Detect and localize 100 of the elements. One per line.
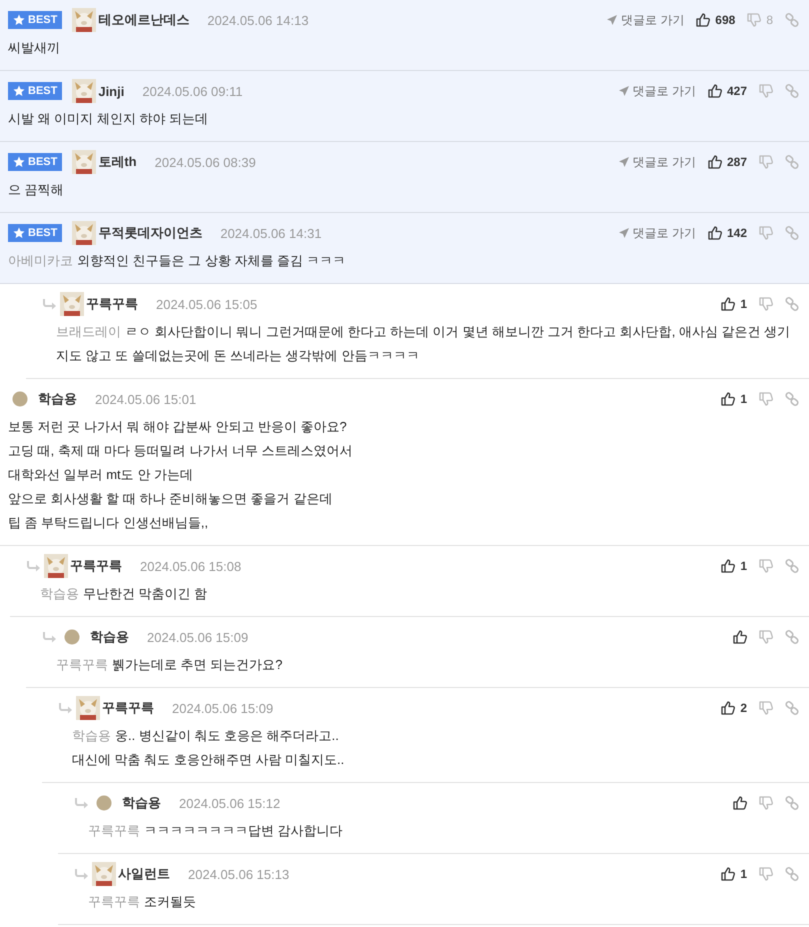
comment-text: 보통 저런 곳 나가서 뭐 해야 갑분싸 안되고 반응이 좋아요? 고딩 때, 축제 때 마다 등떠밀려 나가서 너무 스트레스였어서 대학와선 일부러 mt도 안 가는데 앞으로 회사생활 할 때 하나 준비해놓으면 좋을거 같은데 팁 좀 부탁드립니다 인생선배님들,, — [8, 418, 354, 532]
author-name[interactable]: 학습용 — [38, 390, 77, 408]
timestamp: 2024.05.06 15:09 — [147, 630, 248, 644]
link-icon[interactable] — [785, 13, 799, 27]
dislike-button[interactable] — [759, 155, 773, 169]
avatar-icon — [12, 391, 28, 407]
best-badge: BEST — [8, 153, 62, 171]
comment-text: 브래드레이 ㄹㅇ 회사단합이니 뭐니 그런거때문에 한다고 하는데 이거 몇년 해보니깐 그거 한다고 회사단합, 애사심 같은건 생기지도 않고 또 쓸데없는곳에 돈 쓰네라는 생각밖에 안듬ㅋㅋㅋㅋ — [56, 323, 792, 365]
thumbs-down-icon — [759, 701, 773, 715]
link-icon[interactable] — [785, 630, 799, 644]
star-icon — [13, 227, 25, 239]
thumbs-up-icon — [708, 155, 722, 169]
timestamp: 2024.05.06 09:11 — [142, 84, 243, 98]
author-name[interactable]: 토레th — [98, 153, 137, 171]
dislike-button[interactable] — [759, 297, 773, 311]
thumbs-up-icon — [721, 297, 736, 311]
author-name[interactable]: 무적롯데자이언츠 — [98, 224, 202, 242]
timestamp: 2024.05.06 15:13 — [188, 866, 290, 882]
like-button[interactable]: 427 — [708, 84, 747, 98]
comment-text: 시발 왜 이미지 체인지 햐야 되는데 — [8, 110, 210, 128]
comment-text: 학습용 무난한건 막춤이긴 함 — [40, 585, 208, 603]
reply-arrow-icon — [58, 702, 74, 714]
author-name[interactable]: Jinji — [98, 84, 124, 98]
avatar-icon — [64, 629, 80, 645]
like-button[interactable]: 287 — [708, 155, 747, 169]
thumbs-up-icon — [696, 13, 710, 27]
like-button[interactable]: 2 — [721, 701, 747, 715]
author-name[interactable]: 꾸륵꾸륵 — [70, 557, 122, 575]
thumbs-down-icon — [759, 155, 773, 169]
star-icon — [13, 14, 25, 26]
link-icon[interactable] — [785, 155, 799, 169]
reply-arrow-icon — [42, 298, 58, 310]
reply-arrow-icon — [74, 868, 90, 880]
link-icon[interactable] — [785, 796, 799, 810]
author-name[interactable]: 학습용 — [122, 794, 161, 812]
timestamp: 2024.05.06 08:39 — [154, 154, 256, 170]
dislike-button[interactable] — [759, 392, 773, 406]
dislike-button[interactable] — [759, 559, 773, 573]
reply-arrow-icon — [42, 631, 58, 643]
dislike-button[interactable] — [759, 701, 773, 715]
author-name[interactable]: 꾸륵꾸륵 — [102, 699, 154, 717]
star-icon — [13, 156, 25, 168]
thumbs-down-icon — [747, 13, 762, 27]
link-icon[interactable] — [785, 392, 799, 406]
reply-arrow-icon — [26, 560, 42, 572]
thumbs-down-icon — [759, 297, 773, 311]
thumbs-up-icon — [721, 701, 736, 715]
like-button[interactable]: 698 — [696, 13, 736, 27]
like-button[interactable]: 1 — [721, 297, 747, 311]
thumbs-up-icon — [721, 867, 736, 881]
like-button[interactable]: 142 — [708, 226, 747, 240]
goto-link[interactable]: 댓글로 가기 — [606, 12, 684, 28]
link-icon[interactable] — [785, 226, 799, 240]
timestamp: 2024.05.06 15:01 — [95, 392, 196, 406]
dislike-button[interactable] — [759, 226, 773, 240]
send-icon — [618, 227, 630, 239]
author-name[interactable]: 학습용 — [90, 628, 129, 646]
comment-text: 꾸륵꾸륵 ㅋㅋㅋㅋㅋㅋㅋㅋ답변 감사합니다 — [88, 822, 344, 840]
goto-link[interactable]: 댓글로 가기 — [618, 154, 696, 170]
author-name[interactable]: 꾸륵꾸륵 — [86, 295, 138, 313]
like-button[interactable] — [733, 630, 747, 644]
timestamp: 2024.05.06 15:05 — [156, 296, 258, 312]
like-button[interactable]: 1 — [721, 559, 747, 573]
dislike-button[interactable] — [759, 630, 773, 644]
dislike-button[interactable] — [759, 867, 773, 881]
comment-text: 꾸륵꾸륵 조커될듯 — [88, 893, 197, 911]
goto-link[interactable]: 댓글로 가기 — [618, 224, 696, 242]
thumbs-up-icon — [733, 630, 747, 644]
timestamp: 2024.05.06 14:31 — [220, 226, 322, 240]
author-name[interactable]: 사일런트 — [118, 865, 170, 883]
thumbs-down-icon — [759, 796, 773, 810]
thumbs-up-icon — [721, 559, 736, 573]
like-button[interactable] — [733, 796, 747, 810]
goto-link[interactable]: 댓글로 가기 — [618, 82, 696, 100]
link-icon[interactable] — [785, 297, 799, 311]
best-badge: BEST — [8, 224, 62, 242]
timestamp: 2024.05.06 15:12 — [179, 796, 280, 810]
link-icon[interactable] — [785, 701, 799, 715]
like-button[interactable]: 1 — [721, 867, 747, 881]
avatar-icon — [96, 795, 112, 811]
comment-text: 으 끔찍해 — [8, 181, 65, 199]
timestamp: 2024.05.06 15:08 — [140, 558, 242, 574]
best-badge: BEST — [8, 11, 62, 29]
comment-text: 학습용 웅.. 병신같이 춰도 호응은 해주더라고.. 대신에 막춤 춰도 호응안해주면 사람 미칠지도.. — [72, 727, 346, 769]
thumbs-down-icon — [759, 559, 773, 573]
like-button[interactable]: 1 — [721, 392, 747, 406]
comment-text: 아베미카코 외향적인 친구들은 그 상황 자체를 즐김 ㅋㅋㅋ — [8, 252, 347, 270]
link-icon[interactable] — [785, 84, 799, 98]
send-icon — [618, 156, 630, 168]
link-icon[interactable] — [785, 559, 799, 573]
send-icon — [606, 14, 618, 26]
thumbs-down-icon — [759, 392, 773, 406]
dislike-button[interactable] — [759, 796, 773, 810]
dislike-button[interactable] — [759, 84, 773, 98]
thumbs-down-icon — [759, 226, 773, 240]
reply-arrow-icon — [74, 797, 90, 809]
author-name[interactable]: 테오에르난데스 — [98, 11, 190, 29]
thumbs-up-icon — [721, 392, 736, 406]
link-icon[interactable] — [785, 867, 799, 881]
send-icon — [618, 85, 630, 97]
